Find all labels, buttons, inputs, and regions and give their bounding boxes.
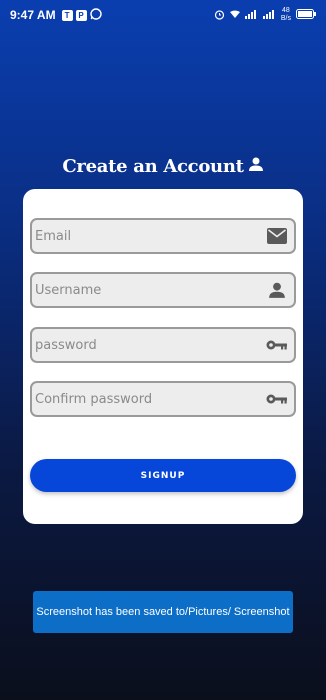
toast-message: Screenshot has been saved to/Pictures/ S… (33, 591, 293, 633)
key-icon (266, 334, 288, 356)
whatsapp-icon (89, 7, 102, 23)
publisher-icon: P (75, 9, 87, 21)
person-icon (266, 279, 288, 301)
status-time: 9:47 AM (10, 8, 56, 22)
teams-icon: T (61, 9, 73, 21)
signup-button[interactable]: SIGNUP (30, 459, 296, 492)
page-title: Create an Account (0, 156, 326, 177)
signup-card: SIGNUP (23, 189, 303, 524)
page-title-text: Create an Account (62, 156, 244, 177)
email-input[interactable] (35, 228, 255, 244)
key-icon (266, 388, 288, 410)
alarm-icon (214, 9, 225, 22)
mail-icon (266, 225, 288, 247)
notification-icons: T P (61, 7, 102, 23)
speed-value: 48 (282, 7, 290, 14)
battery-icon (296, 9, 316, 21)
speed-unit: B/s (280, 15, 291, 22)
signal-icon (244, 9, 258, 21)
password-input[interactable] (35, 337, 255, 353)
username-field[interactable] (30, 272, 296, 308)
network-speed: 48 B/s (281, 7, 291, 23)
email-field[interactable] (30, 218, 296, 254)
signal-icon (262, 9, 276, 21)
person-icon (248, 156, 264, 177)
status-right: 48 B/s (214, 7, 316, 23)
status-left: 9:47 AM T P (10, 7, 102, 23)
status-bar: 9:47 AM T P 48 B/s (0, 0, 326, 30)
confirm-password-field[interactable] (30, 381, 296, 417)
password-field[interactable] (30, 327, 296, 363)
confirm-password-input[interactable] (35, 391, 255, 407)
username-input[interactable] (35, 282, 255, 298)
wifi-icon (229, 10, 240, 21)
